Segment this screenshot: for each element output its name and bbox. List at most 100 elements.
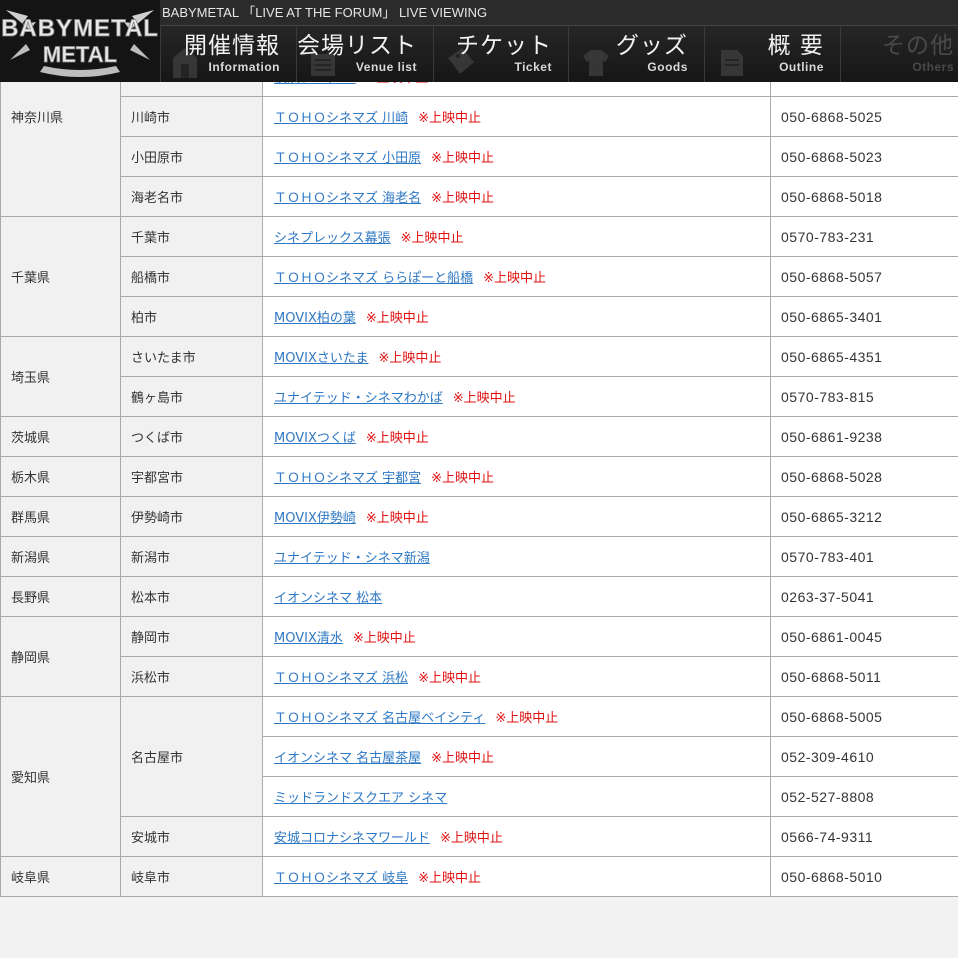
prefecture-cell: 茨城県 (0, 416, 121, 457)
table-row: 浜松市 ＴＯＨＯシネマズ 浜松 ※上映中止 050-6868-5011 (1, 656, 958, 697)
table-row: 愛知県 名古屋市 ＴＯＨＯシネマズ 名古屋ベイシティ ※上映中止 050-6868-50… (0, 696, 958, 857)
phone-cell: 050-6868-5028 (770, 456, 958, 497)
venue-table-body: 神奈川県横浜市ＴＯＨＯシネマズ 横浜※上映中止050-6868-5008横浜ブル… (0, 16, 958, 897)
table-row: 栃木県 宇都宮市 ＴＯＨＯシネマズ 宇都宮 ※上映中止 050-6868-5028 (0, 456, 958, 497)
screening-cancelled-badge: ※上映中止 (495, 711, 559, 726)
venue-link[interactable]: ＴＯＨＯシネマズ 海老名 (274, 191, 421, 206)
prefecture-cell: 栃木県 (0, 456, 121, 497)
city-cell: さいたま市 (120, 336, 263, 377)
nav-label-jp: チケット (455, 33, 552, 59)
nav-others[interactable]: その他 Others (839, 26, 958, 82)
venue-cell: イオンシネマ 名古屋茶屋 ※上映中止 (262, 736, 771, 777)
venue-link[interactable]: ＴＯＨＯシネマズ 岐阜 (274, 871, 408, 886)
venue-link[interactable]: ＴＯＨＯシネマズ 名古屋ベイシティ (274, 711, 485, 726)
venue-link[interactable]: ＴＯＨＯシネマズ ららぽーと船橋 (274, 271, 473, 286)
screening-cancelled-badge: ※上映中止 (440, 831, 503, 846)
venue-link[interactable]: MOVIX柏の葉 (274, 311, 356, 326)
city-cell: つくば市 (120, 416, 263, 457)
venue-link[interactable]: ＴＯＨＯシネマズ 宇都宮 (274, 471, 421, 486)
venue-link[interactable]: ユナイテッド・シネマわかば (274, 391, 443, 406)
goods-icon (582, 50, 609, 76)
venue-link[interactable]: ミッドランドスクエア シネマ (274, 791, 447, 806)
venue-cell: MOVIX伊勢崎 ※上映中止 (262, 496, 771, 537)
city-cell: 浜松市 (120, 656, 263, 697)
venue-cell: ユナイテッド・シネマ新潟 (262, 536, 771, 577)
nav-label-jp: 会場リスト (296, 33, 417, 59)
screening-cancelled-badge: ※上映中止 (352, 631, 416, 646)
nav-label-en: Ticket (514, 60, 552, 74)
venue-table: 神奈川県横浜市ＴＯＨＯシネマズ 横浜※上映中止050-6868-5008横浜ブル… (0, 16, 958, 897)
table-row: 鶴ヶ島市 ユナイテッド・シネマわかば ※上映中止 0570-783-815 (1, 376, 958, 417)
venue-link[interactable]: ＴＯＨＯシネマズ 小田原 (274, 151, 421, 166)
venue-link[interactable]: 安城コロナシネマワールド (274, 831, 430, 846)
screening-cancelled-badge: ※上映中止 (452, 391, 516, 406)
table-row: 小田原市 ＴＯＨＯシネマズ 小田原 ※上映中止 050-6868-5023 (1, 136, 958, 177)
venue-cell: MOVIX柏の葉 ※上映中止 (262, 296, 771, 337)
table-row: 埼玉県 さいたま市 MOVIXさいたま ※上映中止 050-6865-4351 (0, 336, 958, 417)
venue-link[interactable]: ＴＯＨＯシネマズ 川崎 (274, 111, 408, 126)
phone-cell: 050-6861-9238 (770, 416, 958, 457)
city-cell: 名古屋市 (120, 696, 263, 817)
screening-cancelled-badge: ※上映中止 (378, 351, 442, 366)
table-row: 群馬県 伊勢崎市 MOVIX伊勢崎 ※上映中止 050-6865-3212 (0, 496, 958, 537)
venue-cell: 安城コロナシネマワールド ※上映中止 (262, 816, 771, 857)
venue-link[interactable]: MOVIX清水 (274, 631, 343, 646)
city-cell: 伊勢崎市 (120, 496, 263, 537)
nav-label-en: Venue list (355, 60, 417, 74)
phone-cell: 050-6865-3212 (770, 496, 958, 537)
screening-cancelled-badge: ※上映中止 (418, 671, 482, 686)
venue-link[interactable]: MOVIXつくば (274, 431, 356, 446)
table-row: 川崎市 ＴＯＨＯシネマズ 川崎 ※上映中止 050-6868-5025 (1, 96, 958, 137)
nav-goods[interactable]: グッズ Goods (567, 26, 704, 82)
venue-cell: ミッドランドスクエア シネマ (262, 776, 771, 817)
venue-cell: MOVIXつくば ※上映中止 (262, 416, 771, 457)
city-cell: 松本市 (120, 576, 263, 617)
event-title: BABYMETAL 「LIVE AT THE FORUM」 LIVE VIEWI… (160, 0, 958, 26)
phone-cell: 0570-783-401 (770, 536, 958, 577)
venue-link[interactable]: ユナイテッド・シネマ新潟 (274, 551, 430, 566)
prefecture-cell: 千葉県 (0, 216, 121, 337)
nav-ticket[interactable]: チケット Ticket (432, 26, 568, 82)
prefecture-cell: 群馬県 (0, 496, 121, 537)
nav-venue-list[interactable]: 会場リスト Venue list (295, 26, 433, 82)
venue-link[interactable]: ＴＯＨＯシネマズ 浜松 (274, 671, 408, 686)
venue-cell: シネプレックス幕張 ※上映中止 (262, 216, 771, 257)
nav-outline[interactable]: 概 要 Outline (703, 26, 840, 82)
svg-text:METAL: METAL (43, 42, 117, 67)
screening-cancelled-badge: ※上映中止 (431, 471, 495, 486)
city-cell: 安城市 (120, 816, 263, 857)
phone-cell: 052-309-4610 (770, 736, 958, 777)
venue-link[interactable]: MOVIXさいたま (274, 351, 368, 366)
venue-link[interactable]: イオンシネマ 名古屋茶屋 (274, 751, 421, 766)
venue-link[interactable]: シネプレックス幕張 (274, 231, 391, 246)
venue-cell: イオンシネマ 松本 (262, 576, 771, 617)
nav-information[interactable]: 開催情報 Information (160, 26, 296, 82)
screening-cancelled-badge: ※上映中止 (365, 431, 429, 446)
prefecture-cell: 新潟県 (0, 536, 121, 577)
phone-cell: 050-6865-3401 (770, 296, 958, 337)
venue-cell: ＴＯＨＯシネマズ 浜松 ※上映中止 (262, 656, 771, 697)
phone-cell: 050-6868-5018 (770, 176, 958, 217)
screening-cancelled-badge: ※上映中止 (400, 231, 464, 246)
venue-link[interactable]: イオンシネマ 松本 (274, 591, 382, 606)
phone-cell: 050-6868-5010 (770, 856, 958, 897)
table-row: 海老名市 ＴＯＨＯシネマズ 海老名 ※上映中止 050-6868-5018 (1, 176, 958, 217)
screening-cancelled-badge: ※上映中止 (483, 271, 547, 286)
city-cell: 千葉市 (120, 216, 263, 257)
logo[interactable]: BABYMETAL METAL (0, 0, 160, 82)
venue-cell: ユナイテッド・シネマわかば ※上映中止 (262, 376, 771, 417)
prefecture-cell: 岐阜県 (0, 856, 121, 897)
nav-label-jp: 概 要 (767, 33, 824, 59)
venue-cell: MOVIX清水 ※上映中止 (262, 616, 771, 657)
table-row: 茨城県 つくば市 MOVIXつくば ※上映中止 050-6861-9238 (0, 416, 958, 457)
site-header: BABYMETAL METAL BABYMETAL 「LIVE AT THE F… (0, 0, 958, 82)
nav-label-jp: グッズ (615, 33, 688, 59)
screening-cancelled-badge: ※上映中止 (365, 311, 429, 326)
nav-label-en: Outline (779, 60, 824, 74)
phone-cell: 0570-783-815 (770, 376, 958, 417)
nav-label-en: Goods (647, 60, 688, 74)
city-cell: 小田原市 (120, 136, 263, 177)
venue-link[interactable]: MOVIX伊勢崎 (274, 511, 356, 526)
screening-cancelled-badge: ※上映中止 (418, 871, 482, 886)
table-row: 安城市 安城コロナシネマワールド ※上映中止 0566-74-9311 (1, 816, 958, 857)
